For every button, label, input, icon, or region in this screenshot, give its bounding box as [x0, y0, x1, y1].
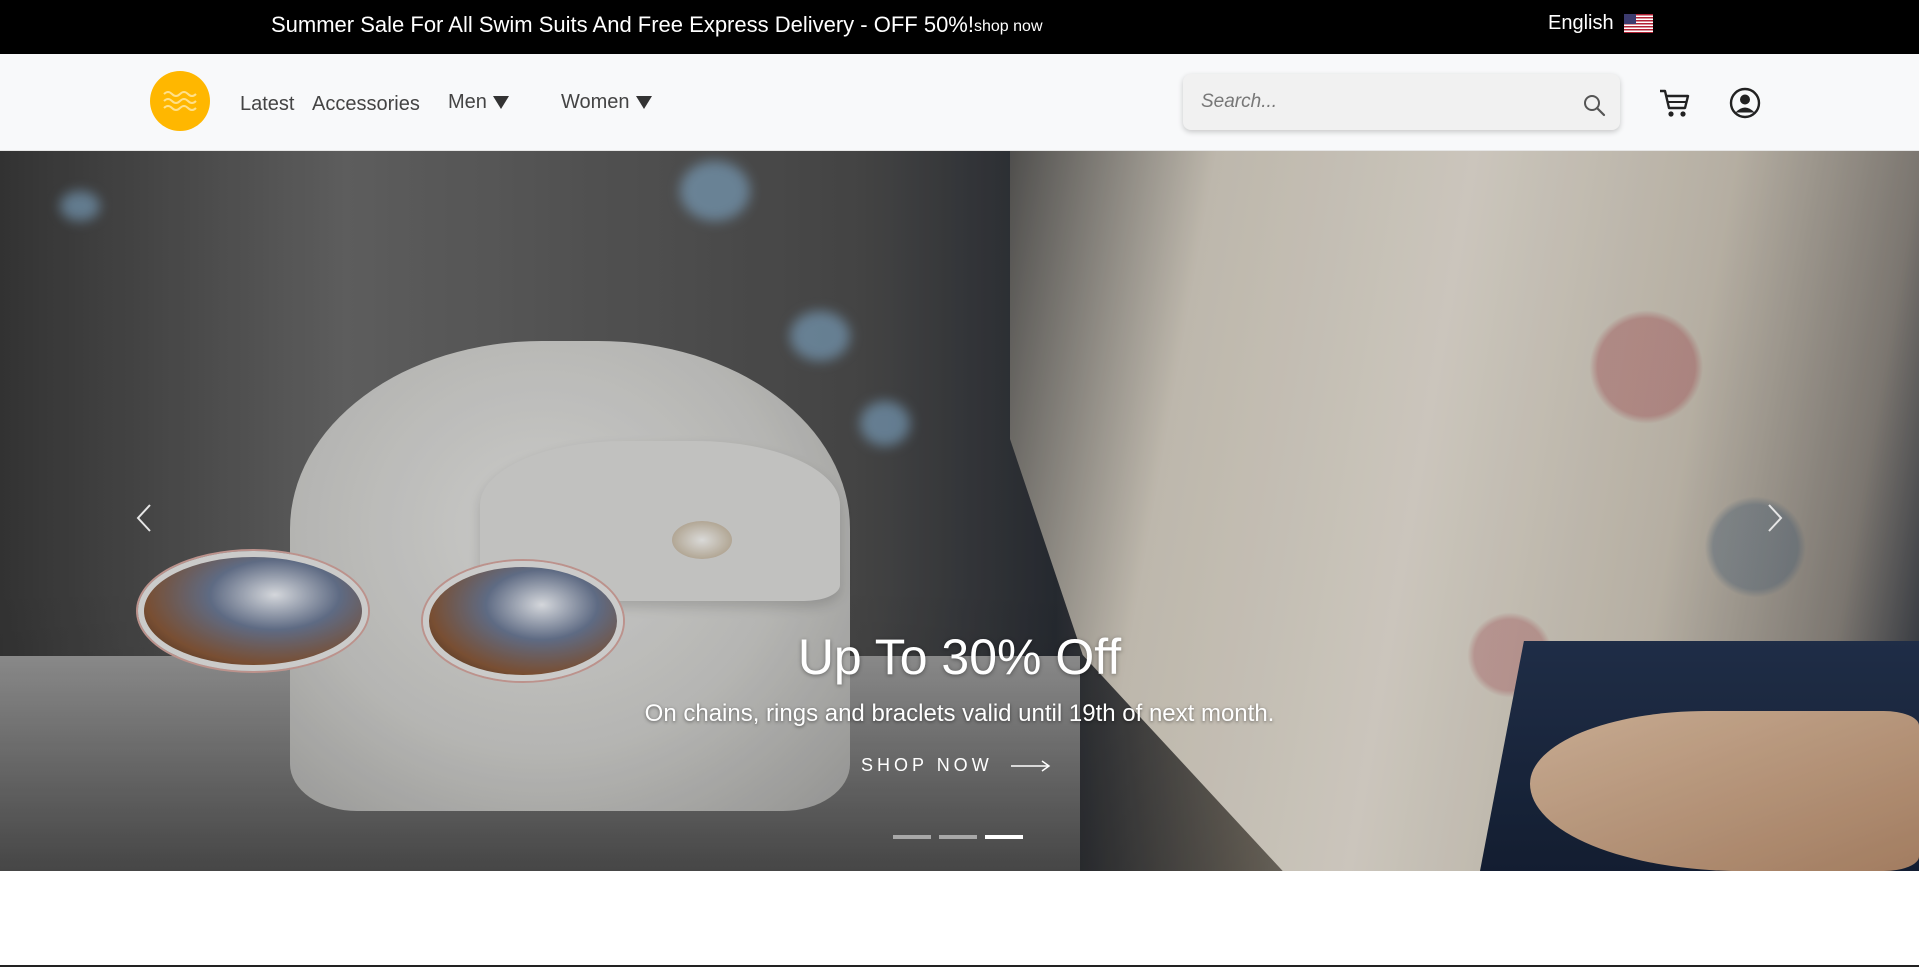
- promo-shop-now-link[interactable]: shop now: [974, 18, 1043, 36]
- search-input[interactable]: [1201, 86, 1561, 118]
- nav-link-latest[interactable]: Latest: [240, 93, 294, 116]
- search-icon[interactable]: [1580, 91, 1608, 119]
- hero-carousel: Up To 30% Off On chains, rings and bracl…: [0, 151, 1919, 871]
- caret-down-icon: [635, 96, 652, 109]
- nav-dropdown-women-label: Women: [561, 91, 630, 113]
- hero-shop-now-button[interactable]: SHOP NOW: [861, 755, 1051, 776]
- language-selector[interactable]: English: [1548, 12, 1653, 35]
- main-navbar: Latest Accessories Men Women: [0, 54, 1919, 151]
- hero-subtitle: On chains, rings and braclets valid unti…: [644, 700, 1275, 727]
- nav-dropdown-men-label: Men: [448, 91, 487, 113]
- us-flag-icon: [1623, 14, 1653, 33]
- hero-shop-now-label: SHOP NOW: [861, 755, 993, 775]
- carousel-next-button[interactable]: [1761, 488, 1791, 548]
- carousel-indicator[interactable]: [985, 835, 1023, 839]
- announcement-bar: Summer Sale For All Swim Suits And Free …: [0, 0, 1919, 54]
- promo-text: Summer Sale For All Swim Suits And Free …: [271, 12, 974, 37]
- user-icon[interactable]: [1729, 87, 1761, 119]
- waves-logo-icon[interactable]: [150, 71, 210, 131]
- carousel-indicator[interactable]: [893, 835, 931, 839]
- search-box: [1183, 74, 1620, 130]
- page-divider: [0, 965, 1919, 967]
- arrow-right-icon: [1010, 759, 1050, 772]
- carousel-indicator[interactable]: [939, 835, 977, 839]
- hero-title: Up To 30% Off: [797, 629, 1122, 685]
- carousel-prev-button[interactable]: [128, 488, 158, 548]
- cart-icon[interactable]: [1658, 86, 1692, 120]
- nav-link-accessories[interactable]: Accessories: [312, 93, 420, 116]
- nav-dropdown-women[interactable]: Women: [561, 91, 652, 114]
- caret-down-icon: [492, 96, 509, 109]
- carousel-indicators: [893, 835, 1023, 839]
- nav-dropdown-men[interactable]: Men: [448, 91, 509, 114]
- language-label: English: [1548, 12, 1614, 34]
